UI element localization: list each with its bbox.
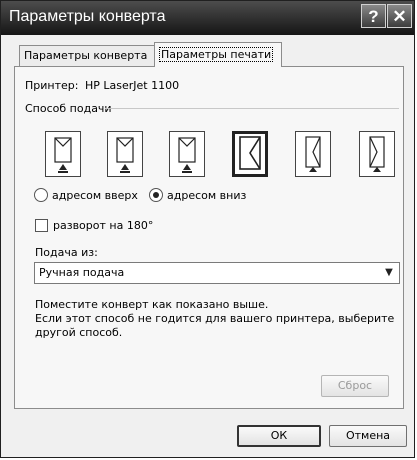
feed-from-value: Ручная подача [39,266,125,279]
tab-printing-options-label: Параметры печати [159,47,274,62]
feed-option-1[interactable] [45,131,81,177]
envelope-feed-rotated-icon [239,136,261,170]
close-button[interactable]: ✕ [387,4,412,28]
rotate-180-label: разворот на 180° [53,219,154,232]
face-up-radio[interactable] [34,188,48,202]
envelope-feed-rotated-icon [369,136,385,172]
feed-option-5[interactable] [295,131,331,177]
rotate-180-checkbox[interactable] [35,219,48,232]
feed-option-3[interactable] [169,131,205,177]
ok-button[interactable]: ОК [237,425,321,447]
printing-options-panel [14,66,404,409]
tab-printing-options[interactable]: Параметры печати [154,42,282,67]
feed-method-label: Способ подачи [25,102,112,115]
instruction-line-1: Поместите конверт как показано выше. [35,298,269,311]
envelope-options-dialog: Параметры конверта ? ✕ Параметры конверт… [0,0,415,458]
feed-method-divider [105,108,399,109]
face-down-label: адресом вниз [167,189,247,202]
printer-name: HP LaserJet 1100 [85,79,180,92]
reset-button[interactable]: Сброс [321,375,389,397]
envelope-feed-icon [116,137,134,173]
feed-option-4[interactable] [232,131,268,177]
envelope-feed-rotated-icon [305,136,321,172]
instruction-line-2: Если этот способ не годится для вашего п… [35,312,395,325]
envelope-feed-icon [178,137,196,173]
face-down-radio[interactable] [149,188,163,202]
feed-option-6[interactable] [359,131,395,177]
tab-envelope-options-label: Параметры конверта [24,49,148,62]
face-up-label: адресом вверх [52,189,138,202]
feed-from-label: Подача из: [35,246,98,259]
instruction-line-3: другой способ. [35,326,123,339]
feed-option-2[interactable] [107,131,143,177]
feed-from-select[interactable]: Ручная подача ▼ [34,262,400,284]
tab-envelope-options[interactable]: Параметры конверта [19,45,156,66]
window-title: Параметры конверта [9,8,166,25]
envelope-feed-icon [54,137,72,173]
printer-label: Принтер: [25,79,79,92]
chevron-down-icon[interactable]: ▼ [381,265,397,281]
help-button[interactable]: ? [361,4,386,28]
cancel-button[interactable]: Отмена [329,425,407,447]
title-bar: Параметры конверта ? ✕ [1,1,414,35]
